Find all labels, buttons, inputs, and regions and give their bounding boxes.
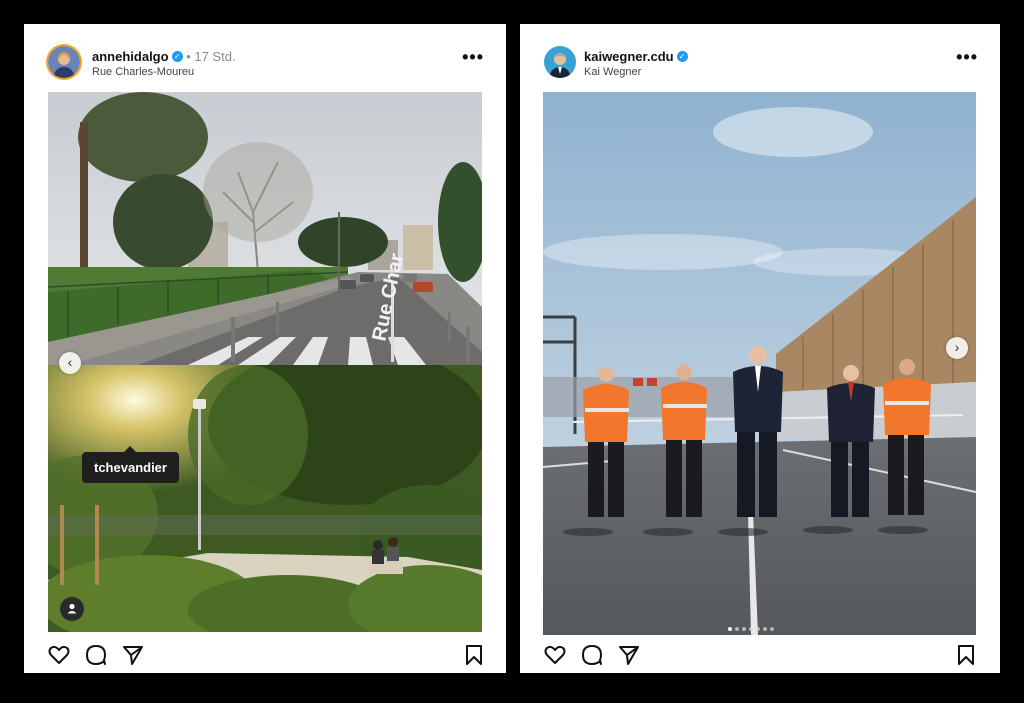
send-icon[interactable]: [121, 643, 145, 667]
username[interactable]: annehidalgo: [92, 49, 169, 64]
post-subtitle[interactable]: Kai Wegner: [584, 66, 641, 78]
bookmark-icon[interactable]: [462, 643, 486, 667]
post-image-park: [48, 365, 482, 632]
action-bar: [520, 641, 1000, 671]
chevron-left-icon[interactable]: ‹: [59, 352, 81, 374]
post-time[interactable]: 17 Std.: [194, 49, 235, 64]
post-right: kaiwegner.cdu ✓ Kai Wegner ••• ›: [520, 24, 1000, 673]
person-icon[interactable]: [60, 597, 84, 621]
action-bar: [24, 641, 506, 671]
more-options-icon[interactable]: •••: [462, 48, 484, 66]
post-image-ribbon-cutting: [543, 92, 976, 635]
more-options-icon[interactable]: •••: [956, 48, 978, 66]
post-location[interactable]: Rue Charles-Moureu: [92, 66, 194, 78]
user-tag-label[interactable]: tchevandier: [82, 446, 179, 483]
heart-icon[interactable]: [543, 643, 567, 667]
user-line: annehidalgo ✓ • 17 Std.: [92, 49, 236, 64]
comment-icon[interactable]: [84, 643, 108, 667]
carousel-dot[interactable]: [741, 627, 746, 631]
post-header: annehidalgo ✓ • 17 Std. Rue Charles-Moure…: [24, 24, 506, 92]
carousel-dot[interactable]: [755, 627, 760, 631]
carousel-dot[interactable]: [734, 627, 739, 631]
verified-badge-icon: ✓: [676, 51, 688, 63]
heart-icon[interactable]: [47, 643, 71, 667]
chevron-right-icon[interactable]: ›: [946, 337, 968, 359]
carousel-dot[interactable]: [748, 627, 753, 631]
avatar[interactable]: [544, 46, 576, 78]
comment-icon[interactable]: [580, 643, 604, 667]
bookmark-icon[interactable]: [954, 643, 978, 667]
post-header: kaiwegner.cdu ✓ Kai Wegner •••: [520, 24, 1000, 92]
send-icon[interactable]: [617, 643, 641, 667]
carousel-dots: [726, 618, 775, 631]
carousel-dot[interactable]: [762, 627, 767, 631]
carousel-dot[interactable]: [769, 627, 774, 631]
avatar[interactable]: [48, 46, 80, 78]
username[interactable]: kaiwegner.cdu: [584, 49, 674, 64]
post-image-street: Rue Char: [48, 92, 482, 365]
user-line: kaiwegner.cdu ✓: [584, 49, 688, 64]
verified-badge-icon: ✓: [171, 51, 183, 63]
carousel-dot[interactable]: [727, 627, 732, 631]
post-left: annehidalgo ✓ • 17 Std. Rue Charles-Moure…: [24, 24, 506, 673]
